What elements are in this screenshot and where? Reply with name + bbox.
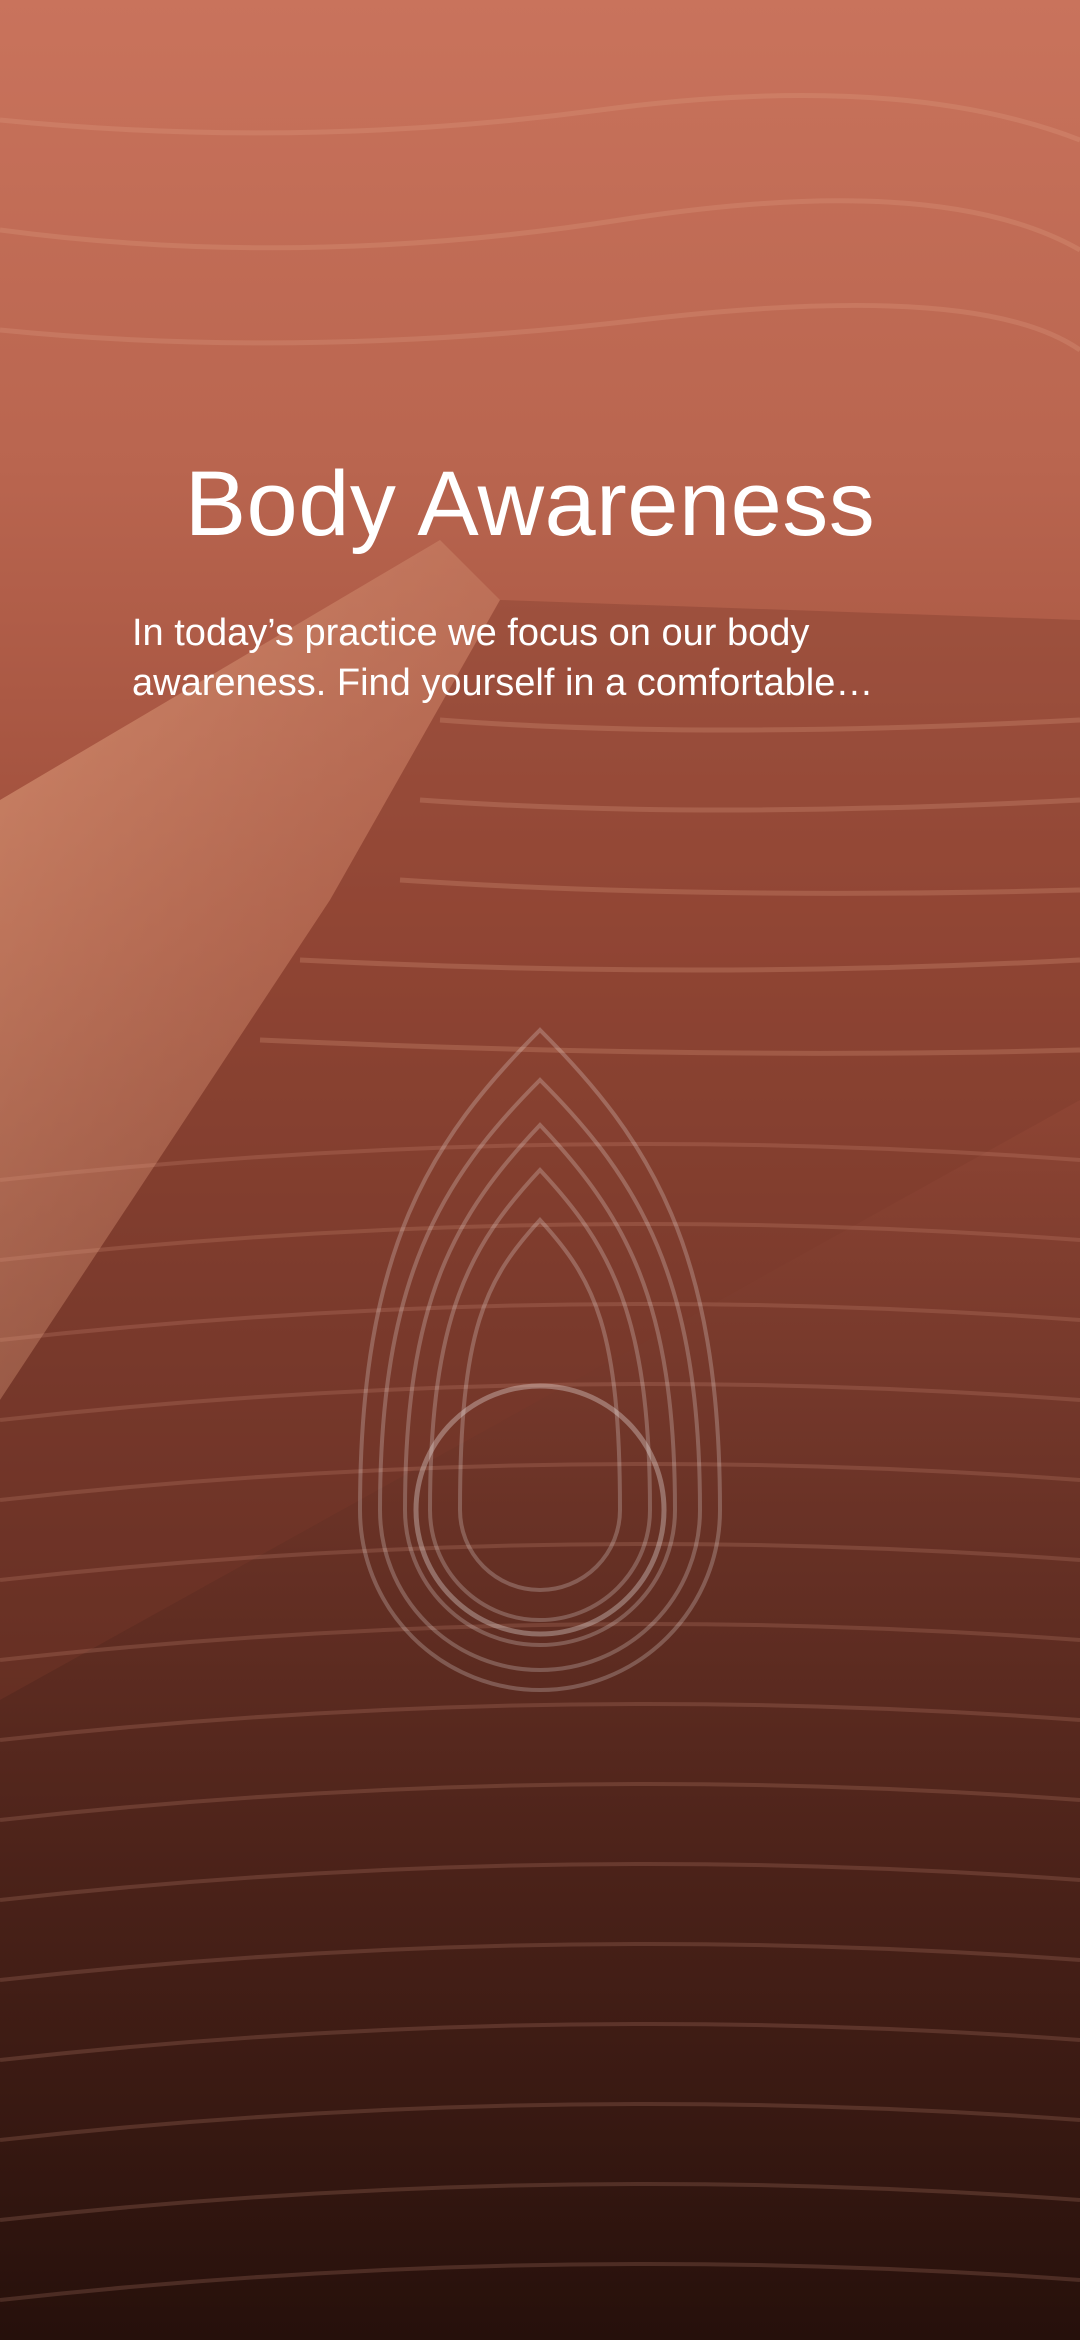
droplet-rings-icon[interactable]: [180, 1010, 900, 1870]
meditation-session-screen: Body Awareness In today’s practice we fo…: [0, 0, 1080, 2340]
session-description: In today’s practice we focus on our body…: [132, 612, 836, 704]
session-title: Body Awareness: [184, 453, 876, 555]
